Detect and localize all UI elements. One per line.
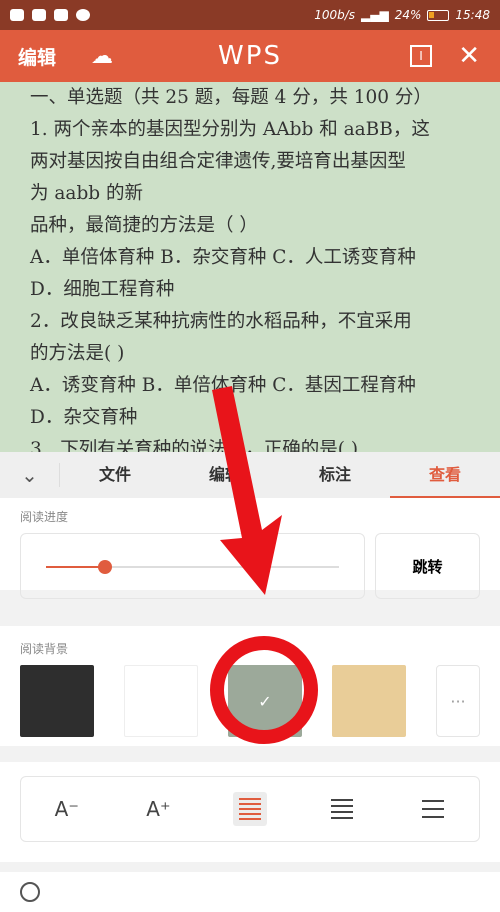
- line-spacing-medium-button[interactable]: [325, 792, 359, 826]
- doc-line: A．单倍体育种 B．杂交育种 C．人工诱变育种: [30, 247, 416, 268]
- image-icon: [32, 9, 46, 21]
- annotation-circle: [210, 636, 318, 744]
- doc-line: A．诱变育种 B．单倍体育种 C．基因工程育种: [30, 375, 416, 396]
- circle-icon[interactable]: [20, 882, 40, 902]
- tab-edit[interactable]: 编辑: [170, 452, 280, 498]
- font-decrease-button[interactable]: A⁻: [50, 792, 84, 826]
- wps-logo: WPS: [218, 41, 282, 71]
- doc-line: 为 aabb 的新: [30, 183, 144, 204]
- doc-line: 两对基因按自由组合定律遗传,要培育出基因型: [30, 151, 406, 172]
- signal-icon: ▂▄▆: [361, 8, 389, 22]
- slider-knob[interactable]: [97, 560, 112, 574]
- doc-line: 的方法是( ): [30, 343, 125, 364]
- line-spacing-tight-button[interactable]: [232, 792, 267, 826]
- doc-line: 2．改良缺乏某种抗病性的水稻品种，不宜采用: [30, 311, 412, 332]
- network-speed: 100b/s: [314, 8, 356, 22]
- mode-icon[interactable]: I: [410, 45, 432, 67]
- doc-line: 一、单选题（共 25 题，每题 4 分，共 100 分）: [30, 87, 432, 108]
- more-notifications-icon: [76, 9, 90, 21]
- doc-line: D．细胞工程育种: [30, 279, 175, 300]
- tab-bar: ⌄ 文件 编辑 标注 查看: [0, 452, 500, 498]
- collapse-chevron-icon[interactable]: ⌄: [0, 463, 60, 487]
- document-content: 一、单选题（共 25 题，每题 4 分，共 100 分） 1. 两个亲本的基因型…: [0, 82, 500, 452]
- doc-line: 1. 两个亲本的基因型分别为 AAbb 和 aaBB，这: [30, 119, 430, 140]
- app-bar: 编辑 ☁ WPS I ✕: [0, 30, 500, 82]
- progress-slider[interactable]: [20, 533, 365, 599]
- edit-button[interactable]: 编辑: [18, 43, 56, 70]
- font-increase-button[interactable]: A⁺: [141, 792, 175, 826]
- tab-view[interactable]: 查看: [390, 452, 500, 498]
- doc-line: D．杂交育种: [30, 407, 138, 428]
- more-backgrounds-button[interactable]: ···: [436, 665, 480, 737]
- cloud-upload-icon[interactable]: ☁: [91, 44, 113, 69]
- status-bar: 100b/s ▂▄▆ 24% 15:48: [0, 0, 500, 30]
- battery-percent: 24%: [394, 8, 422, 22]
- background-swatch-dark[interactable]: [20, 665, 94, 737]
- battery-saver-icon: [54, 9, 68, 21]
- jump-button[interactable]: 跳转: [375, 533, 480, 599]
- wechat-icon: [10, 9, 24, 21]
- background-swatch-beige[interactable]: [332, 665, 406, 737]
- background-swatch-white[interactable]: [124, 665, 198, 737]
- line-spacing-wide-button[interactable]: [416, 792, 450, 826]
- tab-annotate[interactable]: 标注: [280, 452, 390, 498]
- doc-line: 3．下列有关育种的说法中，正确的是( ): [30, 439, 359, 452]
- clock: 15:48: [455, 8, 490, 22]
- battery-icon: [427, 9, 450, 21]
- tab-file[interactable]: 文件: [60, 452, 170, 498]
- doc-line: 品种，最简捷的方法是（ ）: [30, 215, 258, 236]
- reading-progress-label: 阅读进度: [20, 510, 69, 524]
- close-icon[interactable]: ✕: [458, 41, 480, 71]
